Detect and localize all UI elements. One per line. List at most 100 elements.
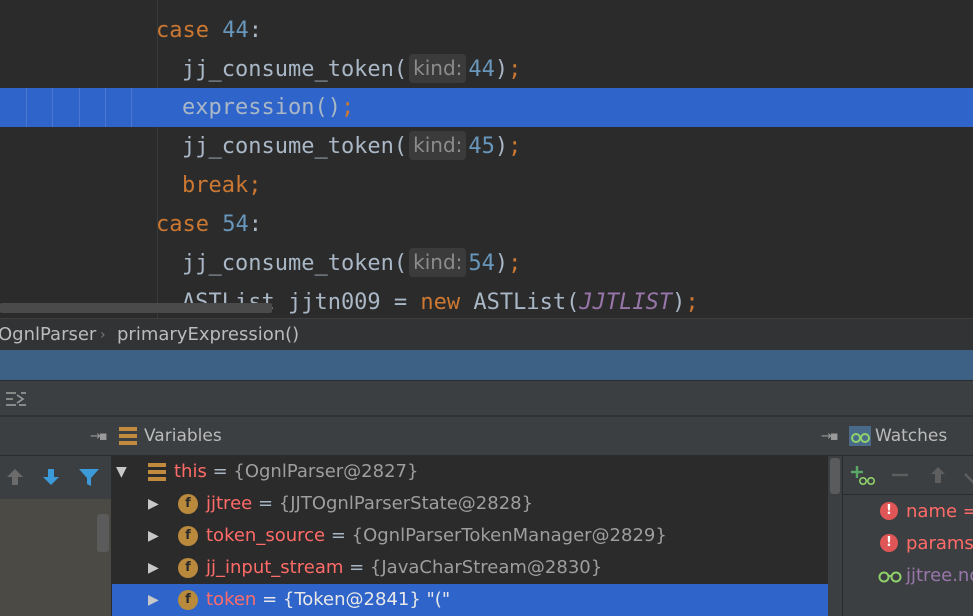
code-line[interactable]: break; (0, 166, 973, 205)
glasses-icon (878, 571, 902, 583)
watches-panel-title: Watches (875, 426, 948, 446)
code-token: 44 (468, 57, 495, 82)
expand-icon[interactable]: ▶ (148, 488, 159, 520)
variable-label: this = {OgnlParser@2827} (174, 456, 418, 488)
code-token: ) (672, 290, 686, 315)
collapse-icon[interactable]: ▼ (116, 456, 127, 488)
debug-toolbar (0, 381, 973, 417)
variable-equals: = (343, 557, 370, 578)
indent-guide (105, 88, 106, 127)
variable-value: {Token@2841} "(" (282, 589, 451, 610)
code-line[interactable]: jj_consume_token(kind: 44); (0, 50, 973, 89)
code-token: ; (508, 57, 522, 82)
code-token: case (156, 212, 223, 237)
variable-value: {JavaCharStream@2830} (369, 557, 603, 578)
code-token: ; (508, 134, 522, 159)
variable-label: jjtree = {JJTOgnlParserState@2828} (206, 488, 533, 520)
watch-row[interactable]: ! name = (843, 496, 973, 528)
code-token: ) (494, 57, 509, 82)
code-token: 54 (468, 251, 495, 276)
field-icon: f (178, 590, 198, 610)
arrow-down-icon[interactable] (38, 465, 64, 489)
expand-icon[interactable]: ▶ (148, 552, 159, 584)
indent-guide (52, 88, 53, 127)
indent-guide (131, 88, 132, 127)
code-token: 54 (222, 212, 249, 237)
variable-equals: = (206, 461, 234, 482)
code-line-current[interactable]: expression(); (0, 88, 973, 127)
code-text: case 54: (156, 205, 262, 244)
variable-equals: = (325, 525, 352, 546)
editor-horizontal-scrollbar[interactable] (0, 303, 272, 313)
variable-row[interactable]: ▶ f token_source = {OgnlParserTokenManager… (112, 520, 828, 552)
code-line[interactable]: jj_consume_token(kind: 54); (0, 244, 973, 283)
variable-row[interactable]: ▶ f jjtree = {JJTOgnlParserState@2828} (112, 488, 828, 520)
expand-icon[interactable]: ▶ (148, 520, 159, 552)
code-token: case (156, 18, 223, 43)
watch-name: params (906, 533, 973, 554)
variable-row[interactable]: ▶ f jj_input_stream = {JavaCharStream@2830… (112, 552, 828, 584)
panels-header: →▪ Variables →▪ Watches (0, 417, 973, 456)
field-icon: f (178, 494, 198, 514)
code-line[interactable]: case 54: (0, 205, 973, 244)
frames-scrollbar[interactable] (97, 514, 109, 552)
variable-row[interactable]: ▼ this = {OgnlParser@2827} (112, 456, 828, 488)
code-line[interactable]: jj_consume_token(kind: 45); (0, 127, 973, 166)
parameter-hint: kind: (409, 54, 467, 83)
variable-name: jj_input_stream (206, 557, 344, 578)
variable-label: token_source = {OgnlParserTokenManager@2… (206, 520, 667, 552)
code-token: expression() (182, 95, 341, 120)
code-token: ; (508, 251, 522, 276)
expand-icon[interactable]: ▶ (148, 584, 159, 616)
evaluate-expression-icon[interactable] (4, 389, 28, 409)
watch-name: name = (906, 501, 973, 522)
variable-equals: = (256, 589, 283, 610)
arrow-up-icon[interactable] (2, 465, 28, 489)
code-token: ASTList( (473, 290, 580, 315)
object-icon (148, 463, 166, 481)
move-watch-down-icon[interactable] (961, 464, 973, 486)
pin-icon[interactable]: →▪ (821, 429, 839, 444)
variable-name: token_source (206, 525, 326, 546)
code-token: ) (494, 251, 509, 276)
code-token: JJTLIST (579, 290, 673, 315)
frames-list[interactable] (0, 499, 111, 616)
variable-name: jjtree (206, 493, 253, 514)
code-text: jj_consume_token(kind: 54); (182, 244, 521, 283)
code-token: ; (685, 290, 699, 315)
variables-icon (119, 427, 137, 445)
watches-panel: ! name = ! params jjtree.no (843, 456, 973, 616)
breadcrumb-class[interactable]: OgnlParser (0, 319, 96, 351)
remove-watch-icon[interactable] (889, 464, 911, 486)
code-token: 45 (468, 134, 495, 159)
breadcrumb: OgnlParser › primaryExpression() (0, 318, 973, 351)
variables-panel-title: Variables (144, 426, 222, 446)
error-icon: ! (880, 502, 898, 520)
variable-value: {OgnlParser@2827} (233, 461, 419, 482)
variables-tree: ▼ this = {OgnlParser@2827} ▶ f jjtree = {JJT… (112, 456, 828, 616)
parameter-hint: kind: (409, 248, 467, 277)
code-text: expression(); (182, 88, 354, 127)
indent-guide (79, 88, 80, 127)
watch-row[interactable]: ! params (843, 528, 973, 560)
field-icon: f (178, 526, 198, 546)
pin-icon[interactable]: →▪ (90, 429, 108, 444)
code-token: ; (340, 95, 355, 120)
watch-row[interactable]: jjtree.no (843, 560, 973, 592)
filter-icon[interactable] (76, 465, 102, 489)
add-watch-icon[interactable] (849, 464, 875, 486)
variable-label: jj_input_stream = {JavaCharStream@2830} (206, 552, 602, 584)
variable-equals: = (252, 493, 279, 514)
watch-name: jjtree.no (906, 565, 973, 586)
breadcrumb-separator: › (100, 327, 106, 343)
variable-row-selected[interactable]: ▶ f token = {Token@2841} "(" (112, 584, 828, 616)
variables-scroll-thumb[interactable] (830, 458, 840, 494)
code-token: break (182, 173, 249, 198)
move-watch-up-icon[interactable] (927, 464, 949, 486)
variable-value: {JJTOgnlParserState@2828} (278, 493, 534, 514)
breadcrumb-method[interactable]: primaryExpression() (117, 319, 299, 351)
code-editor[interactable]: case 44: jj_consume_token(kind: 44); expres… (0, 0, 973, 318)
code-line[interactable]: case 44: (0, 11, 973, 50)
code-token: ; (248, 173, 262, 198)
code-token: : (248, 18, 262, 43)
